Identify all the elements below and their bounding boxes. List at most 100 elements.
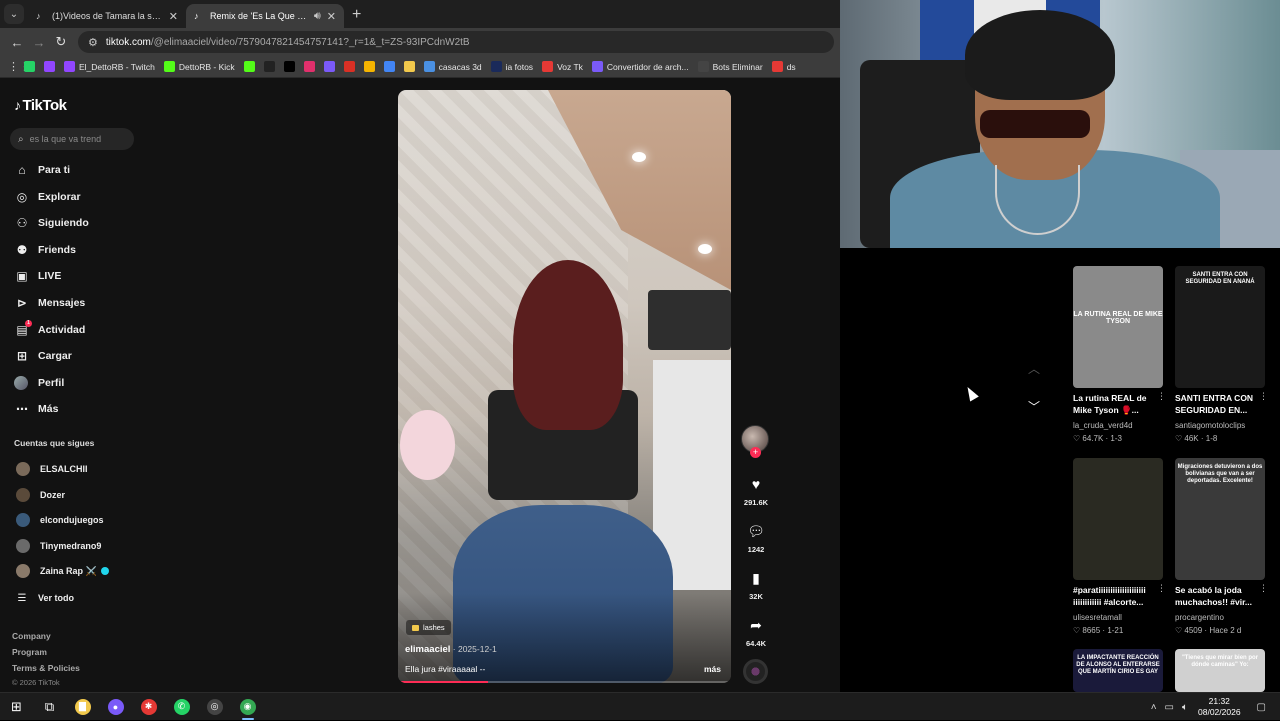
tiktok-logo[interactable]: ♪ TikTok xyxy=(14,97,67,114)
following-item[interactable]: ELSALCHII xyxy=(16,461,88,477)
recommendation-thumbnail[interactable]: LA IMPACTANTE REACCIÓN DE ALONSO AL ENTE… xyxy=(1073,649,1163,692)
bookmark-item[interactable] xyxy=(323,61,335,72)
notification-icon[interactable]: ▢ xyxy=(1257,702,1266,713)
address-bar[interactable]: ⚙ tiktok.com /@elimaaciel/video/75790478… xyxy=(78,31,834,53)
bookmark-item[interactable] xyxy=(243,61,255,72)
comment-action[interactable]: 💬︎ 1242 xyxy=(742,523,770,554)
recommendation-title[interactable]: Se acabó la joda muchachos!! #vir... xyxy=(1175,584,1259,608)
bookmark-item[interactable]: Voz Tk xyxy=(542,61,583,72)
bookmark-item[interactable] xyxy=(363,61,375,72)
new-tab-button[interactable]: + xyxy=(352,6,361,24)
like-action[interactable]: ♥ 291.6K xyxy=(742,476,770,507)
bookmark-item[interactable]: Convertidor de arch... xyxy=(591,61,689,72)
close-tab-icon[interactable]: ✕ xyxy=(169,10,178,23)
share-action[interactable]: ➦ 64.4K xyxy=(742,617,770,648)
speaker-icon[interactable]: 🔊︎ xyxy=(314,10,321,23)
bookmark-item[interactable]: Bots Eliminar xyxy=(697,61,763,72)
chevron-down-icon[interactable]: ﹀ xyxy=(1028,398,1040,415)
sidebar-item-friends[interactable]: ⚉ Friends xyxy=(14,241,76,259)
tag-chip[interactable]: lashes xyxy=(406,620,451,635)
tab-remix[interactable]: ♪ Remix de 'Es La Que Va' en 🔊︎ ✕ xyxy=(186,4,344,28)
sidebar-item-para-ti[interactable]: ⌂ Para ti xyxy=(14,161,70,179)
share-icon[interactable]: ➦ xyxy=(742,617,770,635)
start-icon[interactable]: ⊞ xyxy=(0,693,33,721)
recommendation-title[interactable]: #paratiiiiiiiiiiiiiiiiiiii iiiiiiiiiiii … xyxy=(1073,584,1157,608)
chrome-icon[interactable]: ◉ xyxy=(231,693,264,721)
bookmark-item[interactable]: El_DettoRB - Twitch xyxy=(64,61,155,72)
comment-icon[interactable]: 💬︎ xyxy=(742,523,770,541)
more-options-icon[interactable]: ⋮ xyxy=(1157,583,1166,594)
sidebar-item-mensajes[interactable]: ⊳ Mensajes xyxy=(14,294,85,312)
bookmark-item[interactable] xyxy=(303,61,315,72)
back-icon[interactable]: ← xyxy=(6,35,28,50)
recommendation-user[interactable]: procargentino xyxy=(1175,613,1224,622)
footer-company[interactable]: Company xyxy=(12,631,51,641)
bookmark-item[interactable]: DettoRB - Kick xyxy=(163,61,235,72)
save-action[interactable]: ▮ 32K xyxy=(742,570,770,601)
reload-icon[interactable]: ↻ xyxy=(50,34,72,50)
whatsapp-icon[interactable]: ✆ xyxy=(165,693,198,721)
bookmark-item[interactable] xyxy=(44,61,55,72)
sidebar-item-siguiendo[interactable]: ⚇ Siguiendo xyxy=(14,214,89,232)
sidebar-item-m-s[interactable]: ⋯ Más xyxy=(14,400,58,418)
search-input[interactable]: ⌕ es la que va trend xyxy=(10,128,134,150)
file-explorer-icon[interactable]: ▇ xyxy=(66,693,99,721)
site-info-icon[interactable]: ⚙ xyxy=(88,36,98,49)
video-username[interactable]: elimaaciel · 2025-12-1 xyxy=(405,644,497,655)
following-item[interactable]: Dozer xyxy=(16,487,65,503)
sidebar-item-live[interactable]: ▣ LIVE xyxy=(14,267,61,285)
video-player[interactable]: lashes elimaaciel · 2025-12-1 Ella jura … xyxy=(398,90,731,683)
more-options-icon[interactable]: ⋮ xyxy=(1157,391,1166,402)
recommendation-thumbnail[interactable]: LA RUTINA REAL DE MIKE TYSON xyxy=(1073,266,1163,388)
volume-icon[interactable]: 🔈︎ xyxy=(1182,702,1188,713)
recommendation-title[interactable]: La rutina REAL de Mike Tyson 🥊... xyxy=(1073,392,1157,416)
more-options-icon[interactable]: ⋮ xyxy=(1259,391,1268,402)
music-disc-icon[interactable] xyxy=(743,659,768,684)
follow-plus-icon[interactable]: + xyxy=(750,447,761,458)
chrome-profile-icon[interactable]: ● xyxy=(99,693,132,721)
sidebar-item-actividad[interactable]: ▤ 1 Actividad xyxy=(14,319,85,339)
video-progress-bar[interactable] xyxy=(398,681,731,683)
footer-terms[interactable]: Terms & Policies xyxy=(12,663,80,673)
recommendation-user[interactable]: santiagomotoloclips xyxy=(1175,421,1245,430)
bookmark-item[interactable] xyxy=(283,61,295,72)
close-tab-icon[interactable]: ✕ xyxy=(327,10,336,23)
tab-tamara[interactable]: ♪ (1)Videos de Tamara la sucreñit ✕ xyxy=(28,4,186,28)
forward-icon[interactable]: → xyxy=(28,35,50,50)
recommendation-thumbnail[interactable]: Migraciones detuvieron a dos bolivianas … xyxy=(1175,458,1265,580)
more-button[interactable]: más xyxy=(704,664,721,674)
following-item[interactable]: elcondujuegos xyxy=(16,512,104,528)
bookmark-item[interactable]: casacas 3d xyxy=(423,61,482,72)
bookmark-item[interactable]: ia fotos xyxy=(490,61,533,72)
bookmark-item[interactable] xyxy=(383,61,395,72)
footer-program[interactable]: Program xyxy=(12,647,47,657)
see-all-link[interactable]: ☰ Ver todo xyxy=(14,589,75,607)
clock[interactable]: 21:32 08/02/2026 xyxy=(1198,696,1241,718)
heart-icon[interactable]: ♥ xyxy=(742,476,770,494)
more-options-icon[interactable]: ⋮ xyxy=(1259,583,1268,594)
bookmark-item[interactable] xyxy=(343,61,355,72)
task-view-icon[interactable]: ⧉ xyxy=(33,693,66,721)
recommendation-thumbnail[interactable]: SANTI ENTRA CON SEGURIDAD EN ANANÁ xyxy=(1175,266,1265,388)
recommendation-title[interactable]: SANTI ENTRA CON SEGURIDAD EN... xyxy=(1175,392,1259,416)
bookmark-icon[interactable]: ▮ xyxy=(742,570,770,588)
obs-icon[interactable]: ◎ xyxy=(198,693,231,721)
chevron-up-icon[interactable]: ˄ xyxy=(1151,702,1157,713)
following-item[interactable]: Zaina Rap ⚔️ xyxy=(16,563,109,579)
apps-grid-icon[interactable]: ⋮⋮ xyxy=(8,60,30,73)
sidebar-item-explorar[interactable]: ◎ Explorar xyxy=(14,188,81,206)
bookmark-item[interactable] xyxy=(263,61,275,72)
network-icon[interactable]: ▭ xyxy=(1165,702,1174,713)
tab-search-button[interactable]: ⌄ xyxy=(4,4,24,24)
following-item[interactable]: Tinymedrano9 xyxy=(16,538,101,554)
recommendation-thumbnail[interactable] xyxy=(1073,458,1163,580)
recommendation-user[interactable]: ulisesretamall xyxy=(1073,613,1122,622)
chevron-up-icon[interactable]: ︿ xyxy=(1028,360,1040,377)
recommendation-user[interactable]: la_cruda_verd4d xyxy=(1073,421,1133,430)
sidebar-item-perfil[interactable]: Perfil xyxy=(14,374,64,392)
app-red-icon[interactable]: ✱ xyxy=(132,693,165,721)
bookmark-item[interactable] xyxy=(24,61,35,72)
bookmark-item[interactable]: ds xyxy=(771,61,796,72)
bookmark-item[interactable] xyxy=(403,61,415,72)
sidebar-item-cargar[interactable]: ⊞ Cargar xyxy=(14,347,72,365)
